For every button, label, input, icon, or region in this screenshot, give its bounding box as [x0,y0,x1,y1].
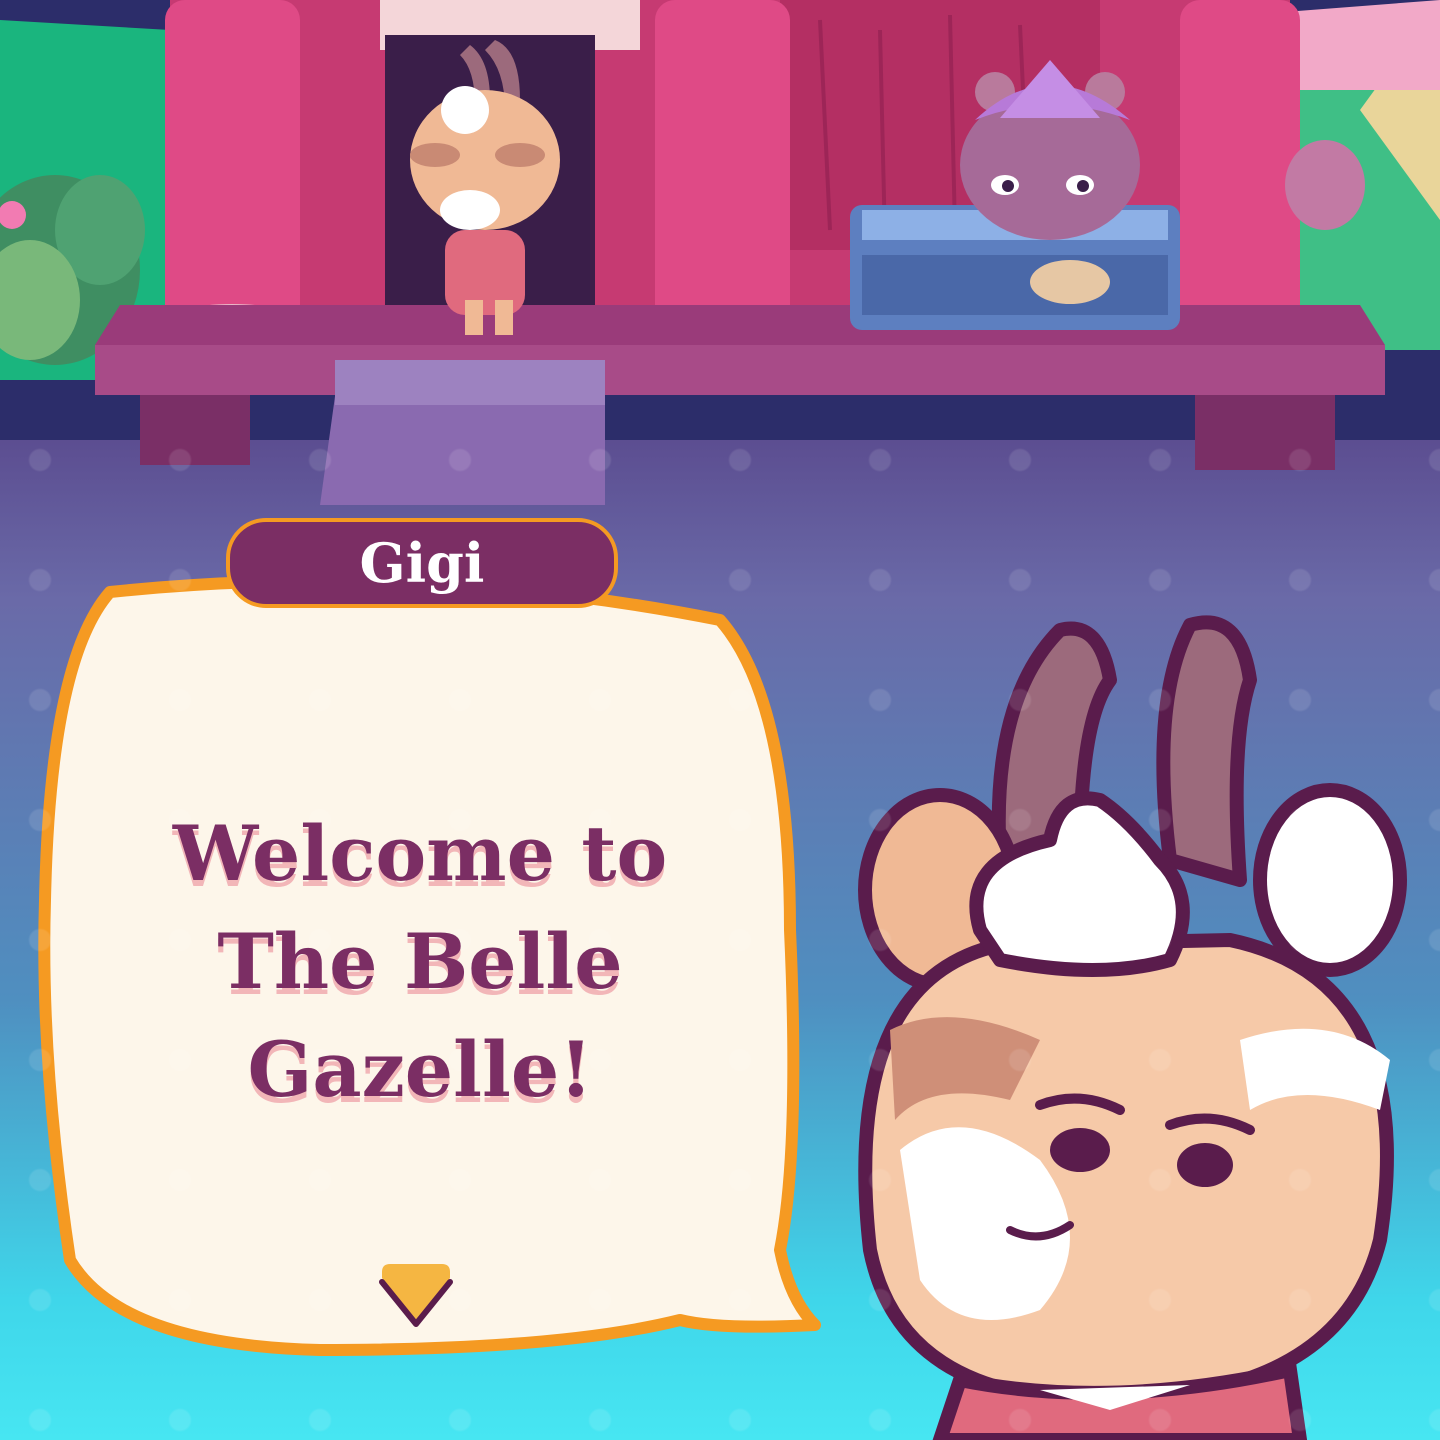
dialog-text: Welcome to The Belle Gazelle! [172,809,668,1114]
game-scene: Gigi Welcome to The Belle Gazelle! [0,0,1440,1440]
speaker-name: Gigi [359,531,485,595]
chevron-down-icon[interactable] [376,1262,456,1332]
chevron-down-glyph [379,1264,453,1327]
speaker-nameplate: Gigi [226,518,618,608]
side-character [1285,140,1365,230]
